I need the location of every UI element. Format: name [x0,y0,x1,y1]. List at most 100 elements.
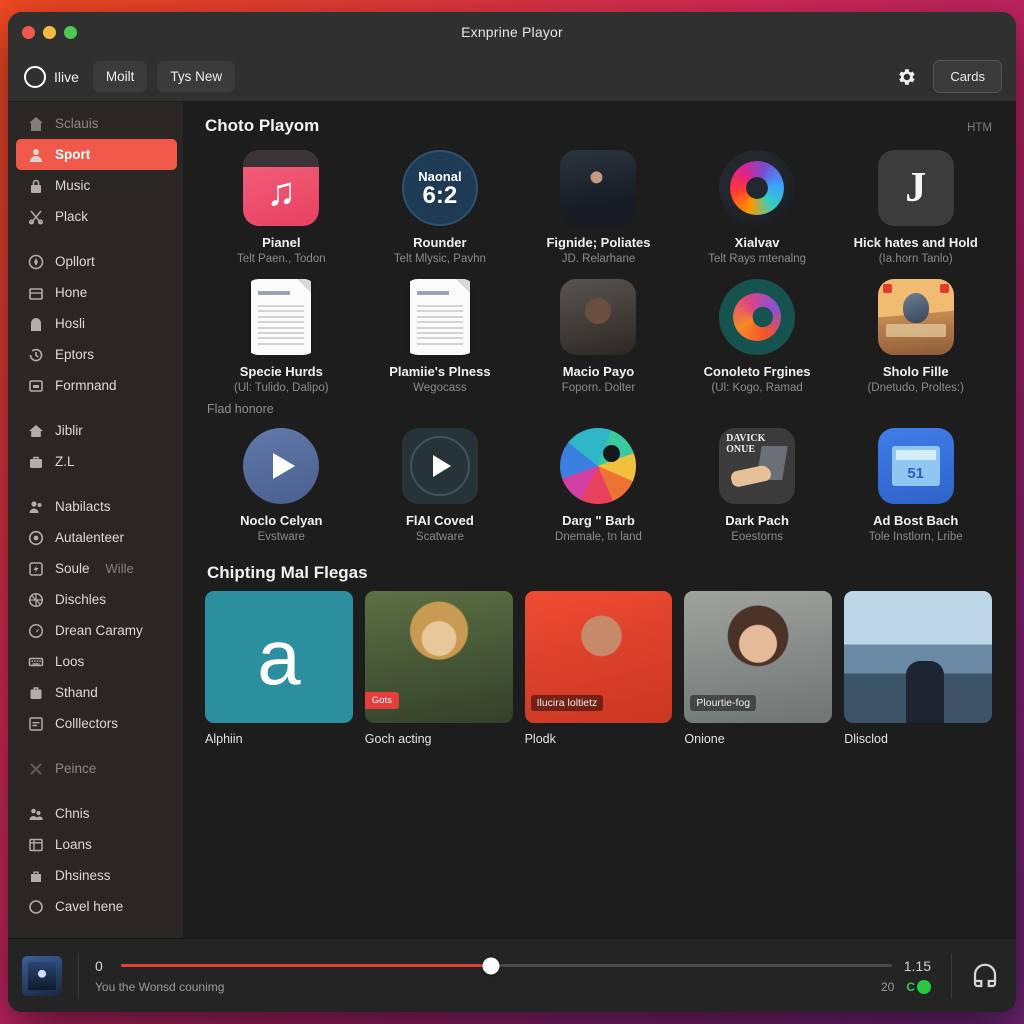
brand[interactable]: Ilive [24,65,79,88]
sidebar-item-colllectors[interactable]: Colllectors [8,708,183,739]
sidebar-item-autalenteer[interactable]: Autalenteer [8,522,183,553]
photo-card[interactable]: Dlisclod [844,591,992,746]
card-subtitle: Telt Paen., Todon [236,253,326,265]
card-thumbnail[interactable] [560,279,637,355]
photo-card[interactable]: Gots Goch acting [364,591,513,746]
moilt-button[interactable]: Moilt [92,61,148,92]
sidebar[interactable]: Sclauis Sport Music Plack Opllort Hone Hosli Ep… [8,102,183,938]
photo-thumbnail[interactable]: Gots [364,591,513,723]
card-thumbnail[interactable] [877,279,954,355]
content-card[interactable]: Noclo Celyan Evstware [205,420,358,549]
music-folder-icon: ♫ [243,150,320,226]
photo-card[interactable]: a Alphiin [205,591,353,746]
sidebar-item-sthand[interactable]: Sthand [8,677,183,708]
sidebar-item-label: Soule [55,561,90,576]
play-button-icon[interactable] [243,428,320,504]
card-thumbnail[interactable] [402,279,478,355]
content-card[interactable]: Naonal 6:2 Rounder Telt Mlysic, Pavhn [364,142,517,271]
globe-icon [28,592,44,608]
card-thumbnail[interactable] [243,279,319,355]
sidebar-item-label: Sport [55,147,91,162]
card-thumbnail[interactable] [719,150,796,226]
status-dot-icon [917,979,931,994]
content-card[interactable]: J Hick hates and Hold (Ia.horn Tanlo) [839,142,992,271]
sidebar-item-label: Drean Caramy [55,623,143,638]
sidebar-item-sclauis[interactable]: Sclauis [8,108,183,139]
card-thumbnail[interactable]: DAVICK ONUE [719,428,796,504]
photo-thumbnail[interactable]: Ilucira loltietz [524,591,673,723]
seek-handle[interactable] [482,957,500,974]
toolbar: Ilive Moilt Tys New Cards [8,52,1016,102]
swirl-logo-icon [719,279,796,355]
card-thumbnail[interactable]: J [877,150,954,226]
card-subtitle: Tole Instlorn, Lribe [868,531,963,543]
sidebar-item-plack[interactable]: Plack [8,201,183,232]
photo-thumbnail[interactable] [844,591,992,723]
card-thumbnail[interactable]: Naonal 6:2 [401,150,478,226]
content-card[interactable]: Xialvav Telt Rays mtenalng [681,142,834,271]
now-playing-artwork[interactable] [22,955,62,996]
card-row-2: Specie Hurds (Ul: Tulido, Dalipo) Plamii… [205,271,992,400]
sidebar-item-nabilacts[interactable]: Nabilacts [8,491,183,522]
sidebar-item-z-l[interactable]: Z.L [8,446,183,477]
tys-new-button[interactable]: Tys New [157,61,236,92]
sidebar-item-formnand[interactable]: Formnand [8,370,183,401]
photo-thumbnail [560,150,637,226]
card-thumbnail[interactable] [719,279,796,355]
content-card[interactable]: Conoleto Frgines (Ul: Kogo, Ramad [681,271,834,400]
sidebar-item-chnis[interactable]: Chnis [8,798,183,829]
seek-slider[interactable] [121,957,892,974]
sidebar-item-eptors[interactable]: Eptors [8,339,183,370]
content-card[interactable]: DAVICK ONUE Dark Pach Eoestorns [681,420,834,549]
sidebar-item-dhsiness[interactable]: Dhsiness [8,860,183,891]
card-thumbnail[interactable] [401,428,478,504]
sidebar-item-hosli[interactable]: Hosli [8,308,183,339]
sidebar-item-opllort[interactable]: Opllort [8,246,183,277]
card-subtitle: (Ia.horn Tanlo) [878,253,953,265]
photo-card[interactable]: Ilucira loltietz Plodk [524,591,673,746]
sidebar-item-label: Loos [55,654,85,669]
briefcase-icon [28,454,44,470]
sidebar-item-cavel-hene[interactable]: Cavel hene [8,891,183,922]
content-card[interactable]: Fignide; Poliates JD. Relarhane [522,142,675,271]
sidebar-item-loos[interactable]: Loos [8,646,183,677]
card-thumbnail[interactable] [877,428,954,504]
cast-icon[interactable] [970,961,1000,991]
gear-icon[interactable] [895,66,917,88]
sidebar-item-jiblir[interactable]: Jiblir [8,415,183,446]
sidebar-item-sport[interactable]: Sport [16,139,177,170]
sidebar-item-hone[interactable]: Hone [8,277,183,308]
content-card[interactable]: Macio Payo Foporn. Dolter [522,271,675,400]
photo-card[interactable]: Plourtie-fog Onione [684,591,833,746]
sidebar-item-music[interactable]: Music [8,170,183,201]
cards-button[interactable]: Cards [933,60,1002,93]
sidebar-item-peince[interactable]: Peince [8,753,183,784]
sidebar-item-label: Jiblir [55,423,83,438]
close-window-button[interactable] [22,25,35,39]
zoom-window-button[interactable] [64,25,77,39]
sidebar-item-dischles[interactable]: Dischles [8,584,183,615]
content-card[interactable]: Ad Bost Bach Tole Instlorn, Lribe [839,420,992,549]
content-card[interactable]: Darg " Barb Dnemale, tn land [522,420,675,549]
content-card[interactable]: FlAI Coved Scatware [364,420,517,549]
card-thumbnail[interactable] [560,428,637,504]
minimize-window-button[interactable] [43,25,56,39]
content-card[interactable]: Specie Hurds (Ul: Tulido, Dalipo) [205,271,358,400]
content-card[interactable]: Plamiie's Plness Wegocass [364,271,517,400]
card-title: Rounder [413,235,467,250]
note-icon [28,716,44,732]
play-button-icon[interactable] [401,428,478,504]
content-card[interactable]: Sholo Fille (Dnetudo, Proltes:) [839,271,992,400]
sidebar-item-drean-caramy[interactable]: Drean Caramy [8,615,183,646]
card-thumbnail[interactable] [243,428,320,504]
card-thumbnail[interactable] [560,150,637,226]
photo-glyph: a [257,612,301,701]
brand-label: Ilive [54,68,79,85]
content-card[interactable]: ♫ Pianel Telt Paen., Todon [205,142,358,271]
card-thumbnail[interactable]: ♫ [243,150,320,226]
sidebar-item-loans[interactable]: Loans [8,829,183,860]
photo-thumbnail[interactable]: Plourtie-fog [684,591,833,723]
photo-thumbnail[interactable]: a [205,591,353,723]
sidebar-item-soule[interactable]: Soule Wille [8,553,183,584]
card-title: Macio Payo [562,364,635,379]
